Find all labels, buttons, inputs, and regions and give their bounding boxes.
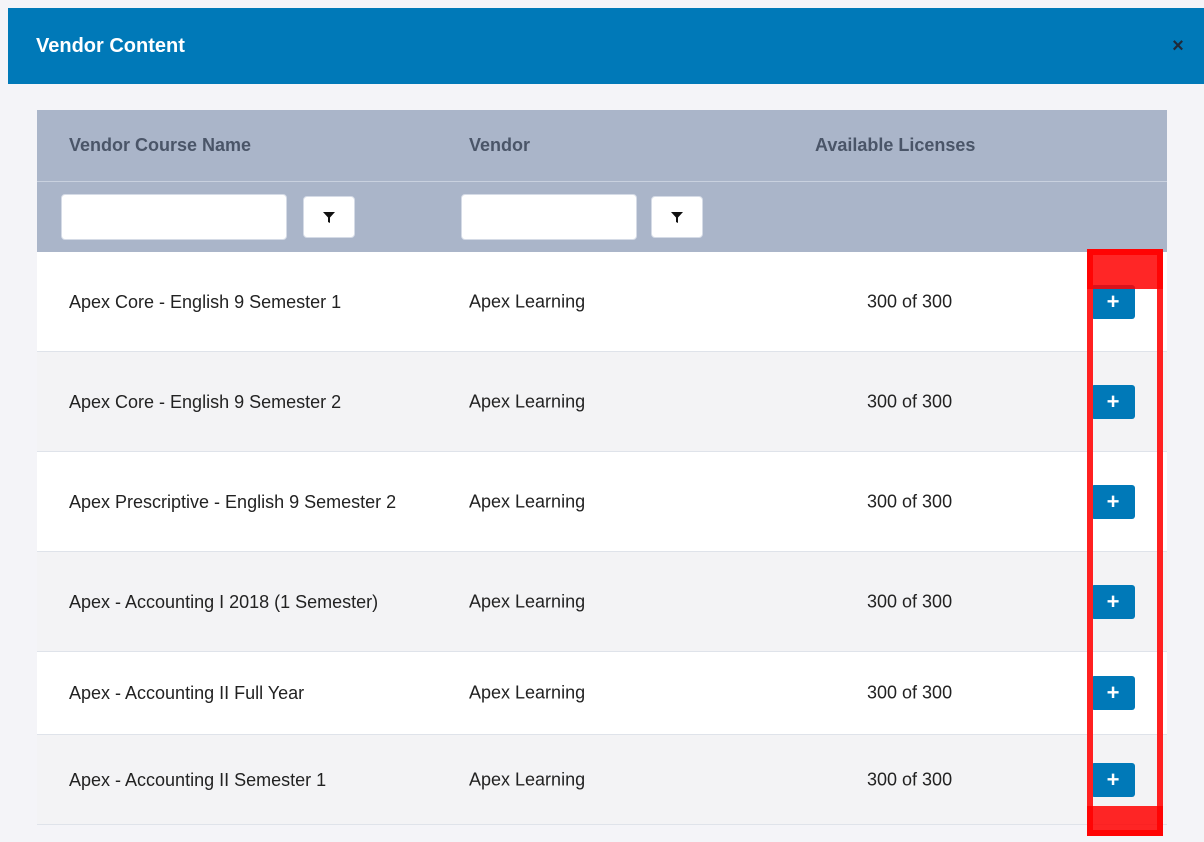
modal-title: Vendor Content [36,34,185,57]
licenses-cell: 300 of 300 [867,391,953,411]
column-header-licenses[interactable]: Available Licenses [815,135,1035,156]
course-name-cell: Apex - Accounting II Semester 1 [69,769,327,790]
plus-icon: + [1106,488,1120,514]
plus-icon: + [1106,588,1120,614]
add-course-button[interactable]: + [1091,484,1135,519]
course-name-cell: Apex Core - English 9 Semester 1 [69,291,342,312]
filter-icon [671,212,683,223]
table-row: Apex Core - English 9 Semester 1 Apex Le… [37,252,1167,352]
grid-filter-row [37,182,1167,252]
grid-body: Apex Core - English 9 Semester 1 Apex Le… [37,252,1167,825]
licenses-cell: 300 of 300 [867,769,953,789]
column-header-course-name[interactable]: Vendor Course Name [69,135,251,156]
licenses-cell: 300 of 300 [867,591,953,611]
add-course-button[interactable]: + [1091,284,1135,319]
course-name-filter-input[interactable] [61,194,287,240]
add-course-button[interactable]: + [1091,762,1135,797]
course-name-cell: Apex Prescriptive - English 9 Semester 2 [69,491,397,512]
vendor-cell: Apex Learning [469,291,586,311]
plus-icon: + [1106,766,1120,792]
licenses-cell: 300 of 300 [867,682,953,703]
course-name-cell: Apex Core - English 9 Semester 2 [69,391,342,412]
table-row: Apex Core - English 9 Semester 2 Apex Le… [37,352,1167,452]
vendor-filter-button[interactable] [651,196,703,238]
course-name-cell: Apex - Accounting I 2018 (1 Semester) [69,591,379,612]
column-header-vendor[interactable]: Vendor [469,135,530,156]
plus-icon: + [1106,680,1120,705]
licenses-cell: 300 of 300 [867,291,953,311]
table-row: Apex Prescriptive - English 9 Semester 2… [37,452,1167,552]
plus-icon: + [1106,388,1120,414]
table-row: Apex - Accounting I 2018 (1 Semester) Ap… [37,552,1167,652]
vendor-cell: Apex Learning [469,682,586,703]
modal-header: Vendor Content × [8,8,1204,84]
close-icon[interactable]: × [1166,34,1190,58]
vendor-cell: Apex Learning [469,591,586,611]
table-row: Apex - Accounting II Full Year Apex Lear… [37,652,1167,735]
licenses-cell: 300 of 300 [867,491,953,511]
grid-header-row: Vendor Course Name Vendor Available Lice… [37,110,1167,182]
add-course-button[interactable]: + [1091,676,1135,710]
table-row: Apex - Accounting II Semester 1 Apex Lea… [37,735,1167,825]
plus-icon: + [1106,288,1120,314]
vendor-course-grid: Vendor Course Name Vendor Available Lice… [37,110,1167,825]
vendor-filter-input[interactable] [461,194,637,240]
course-name-cell: Apex - Accounting II Full Year [69,682,305,703]
add-course-button[interactable]: + [1091,384,1135,419]
add-course-button[interactable]: + [1091,584,1135,619]
vendor-cell: Apex Learning [469,769,586,789]
course-name-filter-button[interactable] [303,196,355,238]
vendor-cell: Apex Learning [469,491,586,511]
vendor-cell: Apex Learning [469,391,586,411]
filter-icon [323,212,335,223]
